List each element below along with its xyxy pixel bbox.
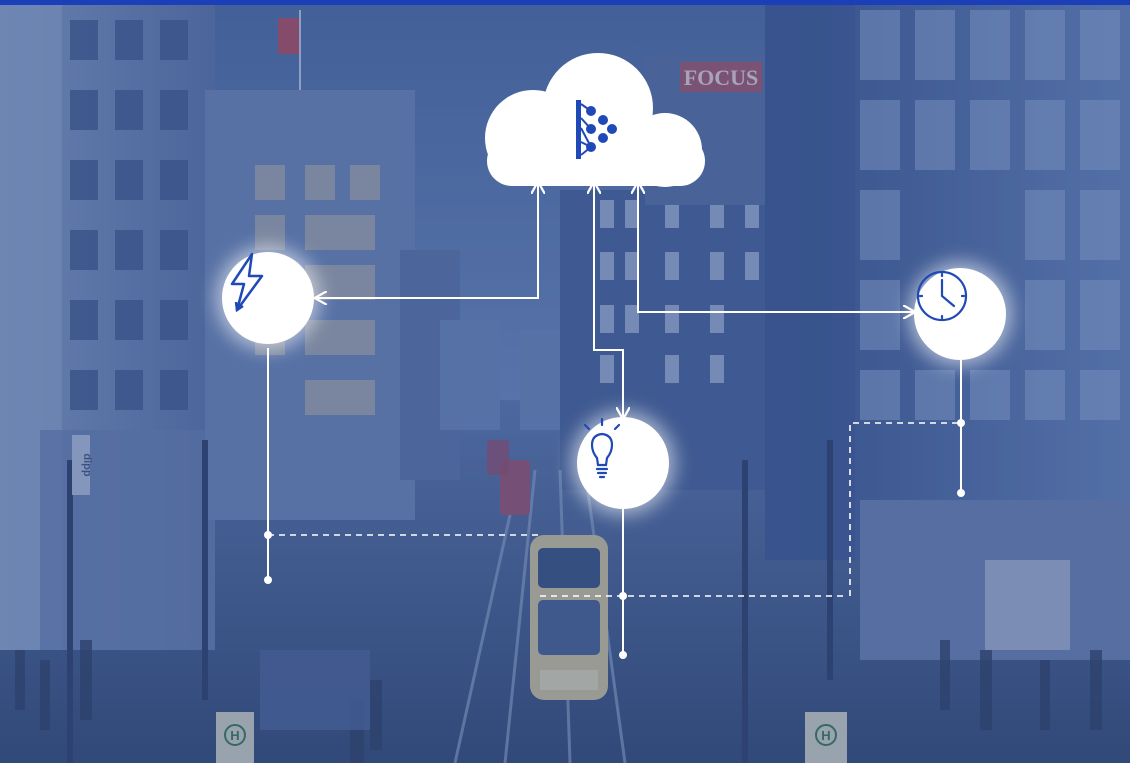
light-bulb-icon (583, 417, 621, 479)
cloud-shape (485, 53, 705, 187)
cloud-hub (485, 53, 705, 187)
clock-icon (916, 270, 968, 322)
time-node[interactable] (914, 268, 1006, 360)
lighting-node[interactable] (577, 417, 669, 509)
lightning-bolt-icon (230, 252, 264, 312)
smart-city-illustration: FOCUS H H dipp (0, 0, 1130, 763)
power-node[interactable] (222, 252, 314, 344)
